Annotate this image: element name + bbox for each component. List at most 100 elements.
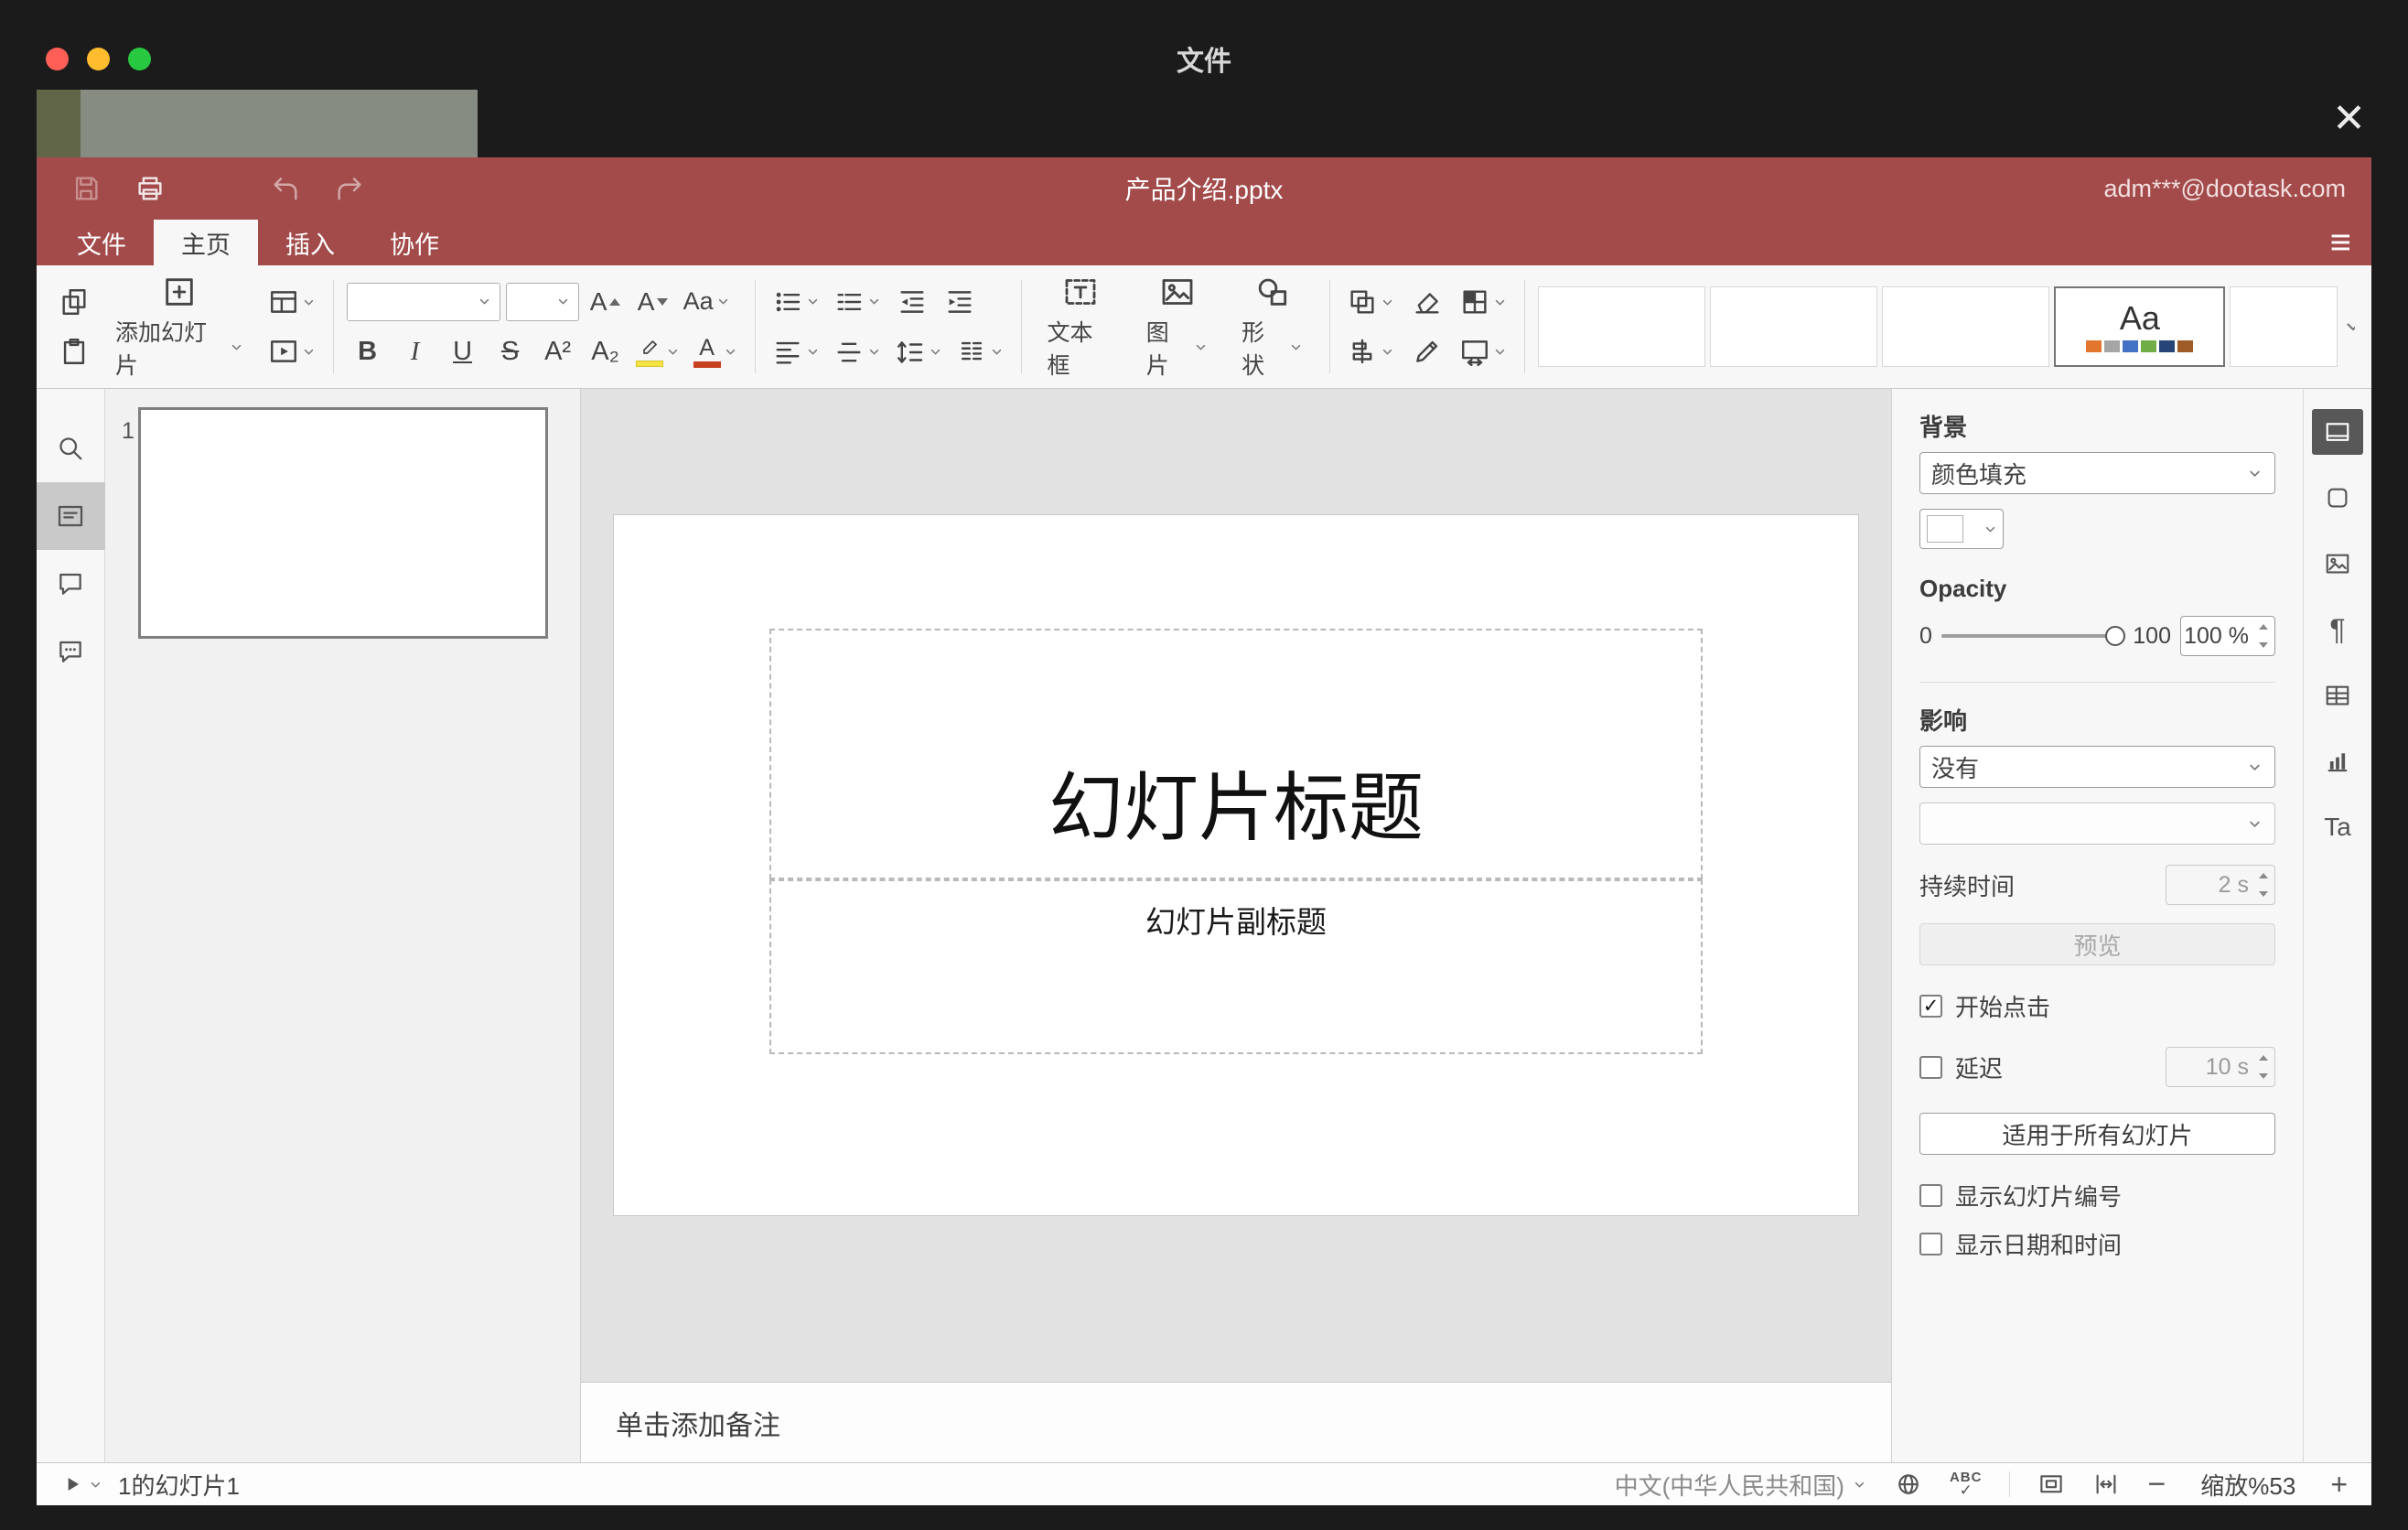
theme-option[interactable] xyxy=(1538,286,1706,367)
superscript-button[interactable]: A² xyxy=(537,332,579,372)
show-date-time-label: 显示日期和时间 xyxy=(1955,1232,2123,1259)
fit-to-slide-button[interactable] xyxy=(2037,1471,2065,1498)
search-panel-button[interactable] xyxy=(37,415,105,482)
comments-panel-button[interactable] xyxy=(37,550,105,618)
language-selector[interactable]: 中文(中华人民共和国) xyxy=(1615,1468,1867,1502)
print-button[interactable] xyxy=(132,170,168,207)
notes-area[interactable]: 单击添加备注 xyxy=(581,1382,1891,1462)
strikethrough-button[interactable]: S xyxy=(489,332,532,372)
zoom-in-button[interactable]: + xyxy=(2330,1470,2348,1499)
toolbar-separator xyxy=(1329,280,1331,373)
image-settings-button[interactable] xyxy=(2312,541,2363,587)
bold-button[interactable]: B xyxy=(347,332,389,372)
slide-thumbnail-selected[interactable] xyxy=(138,407,548,639)
start-slideshow-button[interactable] xyxy=(264,331,320,372)
background-fill-select[interactable]: 颜色填充 xyxy=(1919,452,2275,494)
shape-settings-button[interactable] xyxy=(2312,475,2363,521)
zoom-out-button[interactable]: − xyxy=(2147,1469,2166,1500)
background-color-picker[interactable] xyxy=(1919,509,2004,549)
chevron-down-icon xyxy=(2246,815,2263,833)
font-size-combobox[interactable] xyxy=(505,282,579,321)
tab-home[interactable]: 主页 xyxy=(154,220,258,265)
add-slide-button[interactable]: 添加幻灯片 xyxy=(102,274,257,381)
subtitle-placeholder[interactable]: 幻灯片副标题 xyxy=(769,879,1703,1054)
slide-settings-button[interactable] xyxy=(2312,409,2363,455)
slide-size-button[interactable] xyxy=(1456,331,1511,372)
copy-button[interactable] xyxy=(53,282,95,322)
toolbar-separator xyxy=(1020,280,1022,373)
table-settings-button[interactable] xyxy=(2312,673,2363,718)
close-overlay-button[interactable]: ✕ xyxy=(2332,99,2366,139)
insert-textbox-button[interactable]: 文本框 xyxy=(1035,274,1126,381)
start-slideshow-status-button[interactable] xyxy=(60,1472,103,1496)
insert-image-button[interactable]: 图片 xyxy=(1134,274,1221,381)
paragraph-settings-button[interactable]: ¶ xyxy=(2312,607,2363,652)
textart-settings-button[interactable]: Ta xyxy=(2312,804,2363,850)
redo-button[interactable] xyxy=(331,170,368,207)
theme-option-selected[interactable]: Aa xyxy=(2054,286,2226,367)
clear-style-button[interactable] xyxy=(1406,282,1448,322)
underline-button[interactable]: U xyxy=(442,332,484,372)
fit-to-width-button[interactable] xyxy=(2092,1471,2120,1498)
opacity-value-input[interactable]: 100 % xyxy=(2180,616,2275,656)
change-case-button[interactable]: Aa xyxy=(680,282,735,322)
font-name-combobox[interactable] xyxy=(346,282,500,321)
decrease-font-size-button[interactable]: A xyxy=(632,282,674,322)
spinner-arrows[interactable] xyxy=(2259,873,2268,897)
theme-gallery-expand-button[interactable] xyxy=(2342,286,2355,367)
increase-font-size-button[interactable]: A xyxy=(585,282,627,322)
feedback-panel-button[interactable] xyxy=(37,618,105,685)
slide-layout-button[interactable] xyxy=(264,282,320,322)
horizontal-align-button[interactable] xyxy=(769,332,824,372)
start-on-click-checkbox[interactable]: ✓ xyxy=(1919,995,1942,1018)
duration-input[interactable]: 2 s xyxy=(2166,865,2275,905)
shading-fill-button[interactable] xyxy=(1456,282,1511,322)
apply-to-all-slides-button[interactable]: 适用于所有幻灯片 xyxy=(1919,1113,2275,1155)
line-spacing-button[interactable] xyxy=(891,332,947,372)
paste-button[interactable] xyxy=(53,331,95,372)
show-date-time-checkbox[interactable] xyxy=(1919,1233,1942,1255)
menu-hamburger-icon[interactable]: ≡ xyxy=(2330,220,2351,265)
document-language-button[interactable] xyxy=(1895,1471,1922,1498)
show-slide-number-checkbox[interactable] xyxy=(1919,1184,1942,1207)
opacity-slider[interactable] xyxy=(1940,626,2126,646)
numbering-button[interactable] xyxy=(830,282,886,322)
increase-indent-button[interactable] xyxy=(939,282,981,322)
chart-settings-button[interactable] xyxy=(2312,738,2363,784)
delay-input[interactable]: 10 s xyxy=(2166,1047,2275,1087)
vertical-align-button[interactable] xyxy=(830,332,886,372)
italic-button[interactable]: I xyxy=(394,332,436,372)
tab-insert[interactable]: 插入 xyxy=(258,220,362,265)
theme-preview-glyph: Aa xyxy=(2119,298,2160,337)
spinner-arrows[interactable] xyxy=(2259,1055,2268,1079)
theme-option[interactable] xyxy=(2230,286,2338,367)
bullets-button[interactable] xyxy=(769,282,824,322)
document-title: 产品介绍.pptx xyxy=(1124,176,1284,204)
align-shapes-button[interactable] xyxy=(1343,331,1399,372)
theme-option[interactable] xyxy=(1710,286,1878,367)
slide-canvas[interactable]: 幻灯片标题 幻灯片副标题 xyxy=(614,515,1858,1215)
spinner-arrows[interactable] xyxy=(2259,624,2268,648)
spellcheck-button[interactable]: ABC ✓ xyxy=(1950,1471,1983,1498)
tab-collaboration[interactable]: 协作 xyxy=(362,220,467,265)
arrange-shapes-button[interactable] xyxy=(1343,282,1399,322)
insert-shape-button[interactable]: 形状 xyxy=(1229,274,1317,381)
transition-effect-select[interactable]: 没有 xyxy=(1919,746,2275,788)
delay-checkbox[interactable] xyxy=(1919,1055,1942,1079)
undo-button[interactable] xyxy=(267,170,304,207)
transition-variant-select[interactable] xyxy=(1919,803,2275,845)
tab-file[interactable]: 文件 xyxy=(49,220,154,265)
title-placeholder[interactable]: 幻灯片标题 xyxy=(769,629,1703,879)
slides-panel-button[interactable] xyxy=(36,482,105,550)
save-button[interactable] xyxy=(68,170,104,207)
highlight-color-button[interactable] xyxy=(632,332,684,372)
columns-button[interactable] xyxy=(952,332,1008,372)
opacity-slider-knob[interactable] xyxy=(2105,626,2126,646)
fill-size-group xyxy=(1456,282,1511,372)
copy-style-button[interactable] xyxy=(1406,331,1448,372)
decrease-indent-button[interactable] xyxy=(891,282,933,322)
preview-button[interactable]: 预览 xyxy=(1919,923,2275,965)
theme-option[interactable] xyxy=(1882,286,2050,367)
font-color-button[interactable]: A xyxy=(690,332,742,372)
subscript-button[interactable]: A₂ xyxy=(585,332,627,372)
